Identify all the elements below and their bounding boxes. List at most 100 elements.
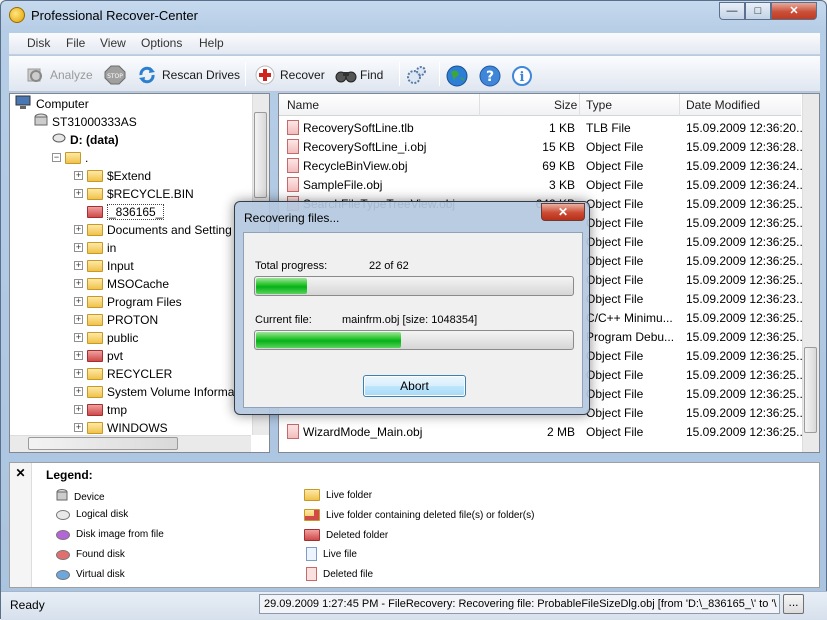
list-item[interactable]: RecycleBinView.obj 69 KB Object File 15.09.… [279,156,806,175]
live-folder-icon [87,169,103,182]
live-folder-icon [65,151,81,164]
expand-toggle[interactable]: + [74,279,83,288]
list-item[interactable]: RecoverySoftLine_i.obj 15 KB Object File 15… [279,137,806,156]
minimize-button[interactable]: — [719,2,745,20]
title-bar[interactable]: Professional Recover-Center — □ ✕ [1,1,826,29]
scrollbar-thumb[interactable] [28,437,178,450]
folder-tree[interactable]: Computer ST31000333AS D: (data) − . + $Ex… [9,93,270,453]
column-date[interactable]: Date Modified [686,98,760,112]
expand-toggle[interactable]: + [74,351,83,360]
tree-node-label: PROTON [107,312,159,327]
dialog-close-button[interactable]: ✕ [541,203,585,221]
column-divider[interactable] [479,94,480,116]
logical-disk-icon [56,509,70,520]
file-date: 15.09.2009 12:36:25... [686,216,807,230]
expand-toggle[interactable]: + [74,261,83,270]
expand-toggle[interactable]: + [74,369,83,378]
tree-node-label: $RECYCLE.BIN [107,186,194,201]
rescan-drives-button[interactable]: Rescan Drives [137,64,240,86]
tree-node-label: . [85,150,89,165]
settings-button[interactable] [406,64,426,86]
tree-node-folder[interactable]: + $RECYCLE.BIN [74,185,194,202]
collapse-toggle[interactable]: − [52,153,61,162]
scrollbar-thumb[interactable] [254,112,267,198]
column-size[interactable]: Size [554,98,577,112]
rescan-drives-label: Rescan Drives [162,68,241,82]
live-folder-icon [87,367,103,380]
file-type: Object File [586,406,644,420]
recover-label: Recover [280,68,325,82]
tree-node-folder[interactable]: + $Extend [74,167,151,184]
stop-button[interactable]: STOP [104,64,126,86]
analyze-button[interactable]: Analyze [25,64,93,86]
tree-node-folder[interactable]: + MSOCache [74,275,169,292]
tree-node-disk[interactable]: ST31000333AS [34,113,137,130]
deleted-file-icon [287,424,299,439]
list-item[interactable]: RecoverySoftLine.tlb 1 KB TLB File 15.09.20… [279,118,806,137]
expand-toggle[interactable]: + [74,189,83,198]
tree-node-folder[interactable]: + Program Files [74,293,182,310]
list-item[interactable]: SampleFile.obj 3 KB Object File 15.09.2009 … [279,175,806,194]
menu-options[interactable]: Options [141,36,182,50]
close-button[interactable]: ✕ [771,2,817,20]
file-date: 15.09.2009 12:36:25... [686,273,807,287]
tree-node-computer[interactable]: Computer [14,95,89,112]
legend-close-button[interactable]: ✕ [10,463,32,587]
tree-node-folder[interactable]: + Input [74,257,134,274]
file-size: 15 KB [542,140,575,154]
expand-toggle[interactable]: + [74,297,83,306]
help-button[interactable]: ? [479,64,501,87]
menu-view[interactable]: View [100,36,126,50]
about-button[interactable]: i [511,64,532,86]
stop-icon: STOP [104,65,126,85]
tree-node-folder[interactable]: + public [74,329,138,346]
tree-node-folder[interactable]: + tmp [74,401,127,418]
expand-toggle[interactable]: + [74,225,83,234]
expand-toggle[interactable]: + [74,171,83,180]
tree-node-folder[interactable]: + Documents and Setting [74,221,232,238]
legend-label: Logical disk [76,509,129,520]
menu-disk[interactable]: Disk [27,36,50,50]
expand-toggle[interactable]: + [74,423,83,432]
tree-node-folder[interactable]: + WINDOWS [74,419,168,436]
file-name: RecycleBinView.obj [303,159,408,173]
status-more-button[interactable]: ... [783,594,804,614]
tree-node-folder[interactable]: + System Volume Informa [74,383,234,400]
abort-button[interactable]: Abort [363,375,466,397]
list-item[interactable]: WizardMode_Main.obj 2 MB Object File 15.09.… [279,422,806,441]
column-divider[interactable] [679,94,680,116]
list-header: Name Size Type Date Modified [279,94,801,116]
column-type[interactable]: Type [586,98,612,112]
expand-toggle[interactable]: + [74,315,83,324]
tree-node-folder[interactable]: +_836165_ [74,203,165,220]
expand-toggle[interactable]: + [74,333,83,342]
tree-node-folder[interactable]: + in [74,239,116,256]
website-button[interactable] [446,64,468,87]
file-type: Program Debu... [586,330,675,344]
deleted-folder-icon [87,349,103,362]
tree-node-folder[interactable]: + PROTON [74,311,158,328]
column-divider[interactable] [579,94,580,116]
expand-toggle[interactable]: + [74,405,83,414]
tree-node-drive[interactable]: D: (data) [52,131,119,148]
column-name[interactable]: Name [287,98,319,112]
file-type: Object File [586,368,644,382]
find-button[interactable]: Find [335,64,383,86]
svg-text:STOP: STOP [107,73,123,80]
legend-label: Live file [323,548,357,560]
menu-help[interactable]: Help [199,36,224,50]
scrollbar-thumb[interactable] [804,347,817,433]
recover-button[interactable]: Recover [255,64,325,86]
tree-node-folder[interactable]: + RECYCLER [74,365,172,382]
maximize-button[interactable]: □ [745,2,771,20]
expand-toggle[interactable]: + [74,387,83,396]
file-date: 15.09.2009 12:36:25... [686,197,807,211]
tree-horizontal-scrollbar[interactable] [10,435,251,452]
tree-node-folder[interactable]: + pvt [74,347,123,364]
tree-node-root-folder[interactable]: − . [52,149,88,166]
live-folder-icon [87,313,103,326]
tree-node-label: $Extend [107,168,152,183]
list-vertical-scrollbar[interactable] [802,94,819,452]
menu-file[interactable]: File [66,36,85,50]
expand-toggle[interactable]: + [74,243,83,252]
